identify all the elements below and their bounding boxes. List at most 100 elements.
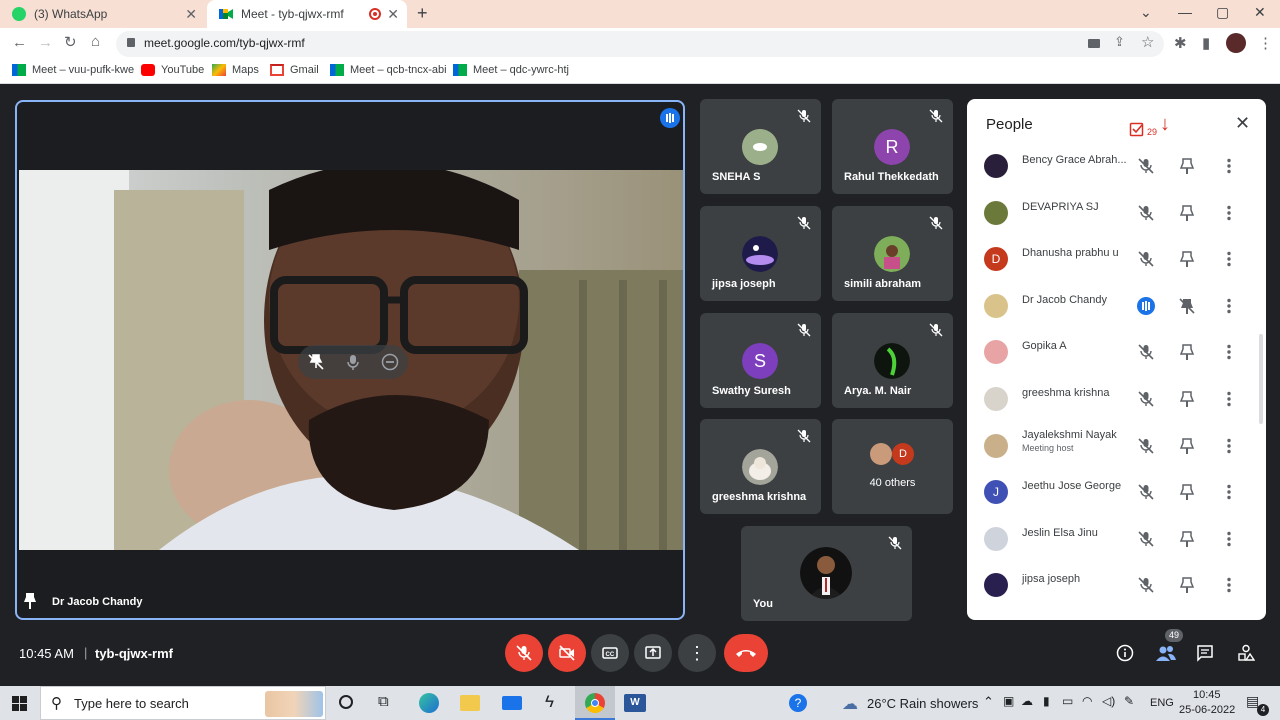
edge-icon[interactable]	[419, 693, 439, 713]
battery-icon[interactable]: ▭	[1062, 694, 1073, 708]
remove-participant-icon[interactable]	[380, 352, 400, 372]
participant-row[interactable]: DEVAPRIYA SJ	[967, 190, 1256, 236]
more-options-button[interactable]: ⋮	[678, 634, 716, 672]
raised-hands-icon[interactable]	[1129, 121, 1145, 137]
bookmark-item[interactable]: Maps	[212, 64, 259, 76]
meeting-details-icon[interactable]	[1116, 644, 1134, 662]
sidepanel-icon[interactable]: ▮	[1202, 34, 1210, 52]
minimize-button[interactable]: —	[1178, 4, 1192, 20]
mic-tray-icon[interactable]: ▮	[1043, 694, 1050, 708]
participant-tile[interactable]: simili abraham	[832, 206, 953, 301]
captions-button[interactable]: CC	[591, 634, 629, 672]
more-vert-icon[interactable]	[1220, 204, 1238, 227]
participant-row[interactable]: greeshma krishna	[967, 376, 1256, 422]
bookmark-item[interactable]: YouTube	[141, 64, 204, 76]
close-panel-icon[interactable]: ✕	[1235, 113, 1250, 134]
more-vert-icon[interactable]	[1220, 530, 1238, 553]
participant-tile[interactable]: jipsa joseph	[700, 206, 821, 301]
participant-row[interactable]: Gopika A	[967, 329, 1256, 375]
more-vert-icon[interactable]	[1220, 390, 1238, 413]
menu-icon[interactable]: ⋮	[1258, 34, 1273, 52]
participant-tile[interactable]: greeshma krishna	[700, 419, 821, 514]
pin-icon[interactable]	[1178, 250, 1196, 273]
leave-call-button[interactable]	[724, 634, 768, 672]
profile-avatar[interactable]	[1226, 33, 1246, 53]
participant-row[interactable]: D Dhanusha prabhu u	[967, 236, 1256, 282]
weather-text[interactable]: 26°C Rain showers	[867, 696, 978, 711]
self-tile[interactable]: You	[741, 526, 912, 621]
participant-row[interactable]: Jayalekshmi Nayak Meeting host	[967, 423, 1256, 469]
maximize-button[interactable]: ▢	[1216, 4, 1229, 21]
clock-time[interactable]: 10:45	[1193, 689, 1221, 701]
more-vert-icon[interactable]	[1220, 483, 1238, 506]
volume-icon[interactable]: ◁)	[1102, 694, 1115, 708]
pen-icon[interactable]: ✎	[1124, 694, 1134, 708]
mic-off-icon[interactable]	[1137, 530, 1155, 553]
participant-tile[interactable]: SNEHA S	[700, 99, 821, 194]
bookmark-item[interactable]: Meet – vuu-pufk-kwe	[12, 64, 134, 76]
tab-meet[interactable]: Meet - tyb-qjwx-rmf ✕	[207, 0, 407, 28]
pin-icon[interactable]	[1178, 343, 1196, 366]
chrome-taskbar-button[interactable]	[575, 686, 615, 720]
mic-off-icon[interactable]	[1137, 343, 1155, 366]
pin-icon[interactable]	[1178, 576, 1196, 599]
speaking-indicator-icon[interactable]	[1137, 296, 1155, 320]
close-window-button[interactable]: ✕	[1254, 4, 1266, 21]
activities-icon[interactable]	[1237, 644, 1256, 662]
toggle-camera-button[interactable]	[548, 634, 586, 672]
meet-tray-icon[interactable]: ▣	[1003, 694, 1014, 708]
toggle-mic-button[interactable]	[505, 634, 543, 672]
word-icon[interactable]: W	[624, 694, 646, 712]
windows-start-icon[interactable]	[12, 696, 27, 711]
mute-participant-icon[interactable]	[343, 352, 363, 372]
participant-tile[interactable]: R Rahul Thekkedath	[832, 99, 953, 194]
more-vert-icon[interactable]	[1220, 157, 1238, 180]
extensions-icon[interactable]: ✱	[1174, 34, 1187, 52]
pin-icon[interactable]	[1178, 530, 1196, 553]
close-tab-icon[interactable]: ✕	[185, 7, 197, 21]
pin-icon[interactable]	[1178, 437, 1196, 460]
home-icon[interactable]: ⌂	[91, 33, 100, 50]
pin-icon[interactable]	[1178, 157, 1196, 180]
task-view-icon[interactable]: ⧉	[378, 693, 389, 710]
mic-off-icon[interactable]	[1137, 250, 1155, 273]
onedrive-icon[interactable]: ☁	[1021, 694, 1033, 708]
mic-off-icon[interactable]	[1137, 576, 1155, 599]
participant-row[interactable]: Bency Grace Abrah...	[967, 143, 1256, 189]
reload-icon[interactable]: ↻	[64, 33, 77, 51]
pin-icon[interactable]	[1178, 483, 1196, 506]
others-tile[interactable]: D 40 others	[832, 419, 953, 514]
present-screen-button[interactable]	[634, 634, 672, 672]
bookmark-item[interactable]: Meet – qcb-tncx-abi	[330, 64, 447, 76]
cortana-icon[interactable]	[339, 695, 353, 709]
bookmark-item[interactable]: Gmail	[270, 64, 319, 76]
network-icon[interactable]: ◠	[1082, 694, 1092, 708]
participant-row[interactable]: jipsa joseph	[967, 562, 1256, 608]
pin-icon[interactable]	[1178, 390, 1196, 413]
pin-icon[interactable]	[23, 592, 37, 610]
more-vert-icon[interactable]	[1220, 437, 1238, 460]
mic-off-icon[interactable]	[1137, 483, 1155, 506]
pin-off-icon[interactable]	[306, 352, 326, 372]
app-icon[interactable]: ϟ	[545, 692, 554, 712]
participant-row[interactable]: Jeslin Elsa Jinu	[967, 516, 1256, 562]
tab-search-icon[interactable]: ⌄	[1140, 4, 1152, 21]
more-vert-icon[interactable]	[1220, 343, 1238, 366]
mic-off-icon[interactable]	[1137, 390, 1155, 413]
mail-icon[interactable]	[502, 696, 522, 710]
forward-icon[interactable]: →	[38, 34, 53, 51]
taskbar-search[interactable]: ⚲ Type here to search	[40, 686, 326, 720]
clock-date[interactable]: 25-06-2022	[1179, 704, 1235, 716]
bookmark-item[interactable]: Meet – qdc-ywrc-htj	[453, 64, 569, 76]
participant-tile[interactable]: S Swathy Suresh	[700, 313, 821, 408]
mic-off-icon[interactable]	[1137, 437, 1155, 460]
more-vert-icon[interactable]	[1220, 250, 1238, 273]
camera-icon[interactable]	[1088, 39, 1100, 48]
participant-row[interactable]: Dr Jacob Chandy	[967, 283, 1256, 329]
chat-icon[interactable]	[1196, 644, 1214, 662]
help-icon[interactable]: ?	[789, 694, 807, 712]
arrow-down-icon[interactable]: ↓	[1160, 113, 1170, 136]
mic-off-icon[interactable]	[1137, 204, 1155, 227]
close-tab-icon[interactable]: ✕	[387, 7, 399, 21]
participant-tile[interactable]: Arya. M. Nair	[832, 313, 953, 408]
